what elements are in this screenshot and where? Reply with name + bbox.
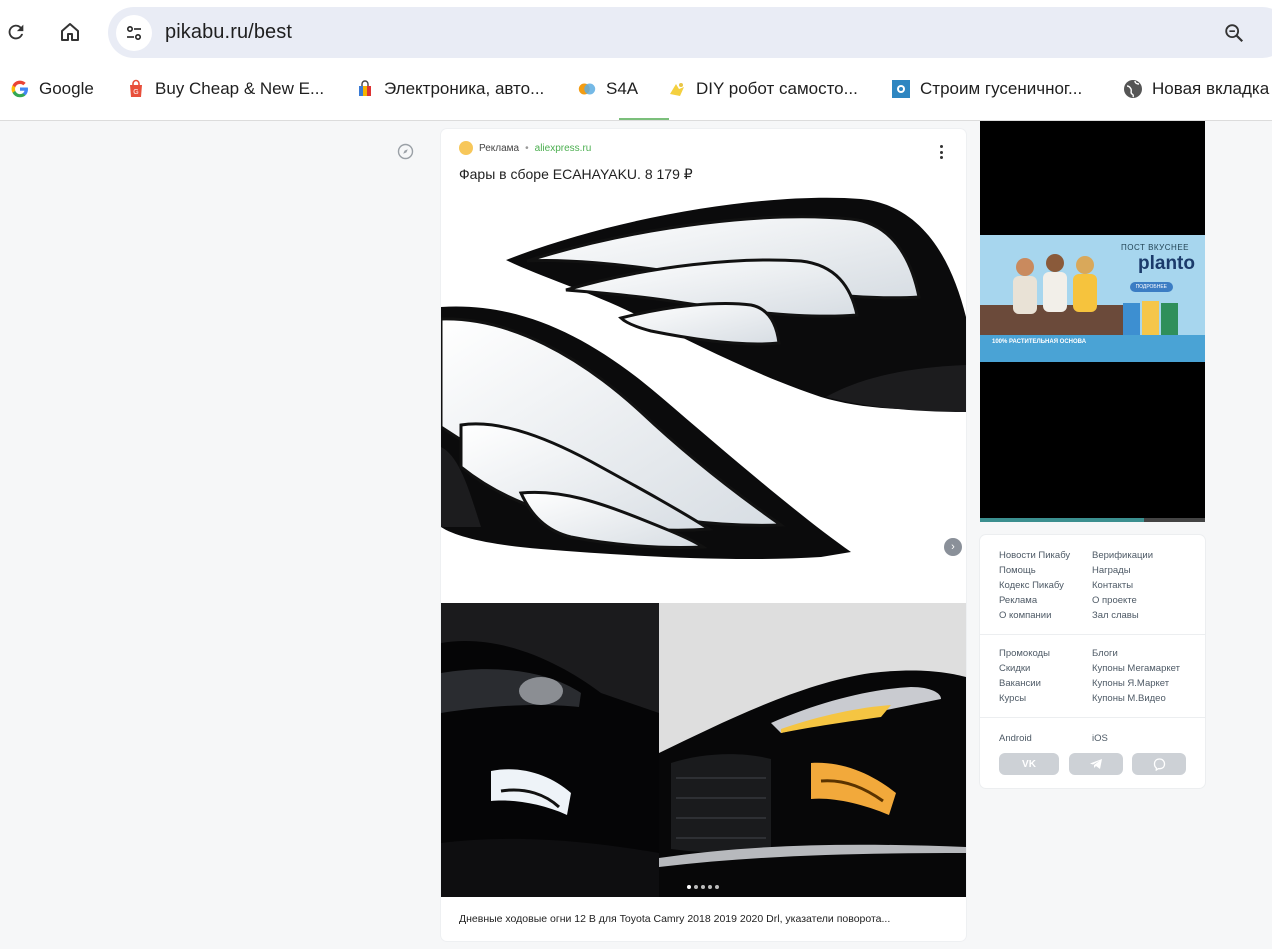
home-icon <box>61 23 79 41</box>
ad-post-card: Реклама • aliexpress.ru Фары в сборе ECA… <box>441 129 966 941</box>
link-contacts[interactable]: Контакты <box>1092 580 1133 591</box>
telegram-icon <box>1090 759 1102 769</box>
slide-dot[interactable] <box>687 885 691 889</box>
ad-meta: Реклама • aliexpress.ru <box>459 141 591 155</box>
link-coupons-megamarket[interactable]: Купоны Мегамаркет <box>1092 663 1180 674</box>
bookmark-new-tab[interactable]: Новая вкладка <box>1123 76 1269 102</box>
bookmark-s4a[interactable]: S4A <box>577 76 638 102</box>
link-awards[interactable]: Награды <box>1092 565 1131 576</box>
banner-strip-text: 100% РАСТИТЕЛЬНАЯ ОСНОВА <box>992 339 1087 345</box>
bookmark-label: Google <box>39 79 94 98</box>
banner-tagline: ПОСТ ВКУСНЕЕ <box>1121 243 1189 252</box>
robot-icon <box>667 79 687 99</box>
link-promocodes[interactable]: Промокоды <box>999 648 1050 659</box>
zoom-icon <box>1225 24 1244 43</box>
sidebar-video-ad[interactable]: ПОСТ ВКУСНЕЕ planto ПОДРОБНЕЕ 100% РАСТИ… <box>980 121 1205 522</box>
google-icon <box>10 79 30 99</box>
video-progress-bar[interactable] <box>980 518 1205 522</box>
next-slide-button[interactable]: › <box>944 538 962 556</box>
shopping-bag-icon: G <box>126 79 146 99</box>
bookmark-google[interactable]: Google <box>10 76 94 102</box>
product-image-installed[interactable] <box>441 603 966 897</box>
video-progress-fill <box>980 518 1145 522</box>
more-options-icon[interactable] <box>940 145 944 159</box>
telegram-button[interactable] <box>1069 753 1123 775</box>
bookmark-buy-cheap[interactable]: G Buy Cheap & New E... <box>126 76 324 102</box>
link-coupons-mvideo[interactable]: Купоны М.Видео <box>1092 693 1166 704</box>
link-ios[interactable]: iOS <box>1092 733 1108 744</box>
link-pikabu-news[interactable]: Новости Пикабу <box>999 550 1070 561</box>
ad-domain-link[interactable]: aliexpress.ru <box>535 143 592 154</box>
bookmark-label: Строим гусеничног... <box>920 79 1083 98</box>
reload-icon <box>8 24 24 40</box>
home-button[interactable] <box>50 12 90 52</box>
slide-dot[interactable] <box>701 885 705 889</box>
vk-button[interactable]: VK <box>999 753 1059 775</box>
link-courses[interactable]: Курсы <box>999 693 1026 704</box>
s4a-icon <box>577 79 597 99</box>
reload-button[interactable] <box>0 12 36 52</box>
link-codex[interactable]: Кодекс Пикабу <box>999 580 1064 591</box>
post-caption[interactable]: Дневные ходовые огни 12 В для Toyota Cam… <box>459 913 890 925</box>
slide-indicator <box>687 885 719 889</box>
divider <box>980 717 1205 718</box>
link-discounts[interactable]: Скидки <box>999 663 1030 674</box>
post-title[interactable]: Фары в сборе ECAHAYAKU. 8 179 ₽ <box>459 166 693 183</box>
link-advertising[interactable]: Реклама <box>999 595 1037 606</box>
url-text[interactable]: pikabu.ru/best <box>165 21 292 44</box>
tune-icon <box>126 25 142 41</box>
link-hall-of-fame[interactable]: Зал славы <box>1092 610 1139 621</box>
bookmarks-bar: Google G Buy Cheap & New E... Электроник… <box>0 68 1272 108</box>
link-vacancies[interactable]: Вакансии <box>999 678 1041 689</box>
bookmark-label: Buy Cheap & New E... <box>155 79 325 98</box>
slide-dot[interactable] <box>715 885 719 889</box>
product-image-drl-assemblies[interactable] <box>441 197 966 603</box>
planto-banner[interactable]: ПОСТ ВКУСНЕЕ planto ПОДРОБНЕЕ 100% РАСТИ… <box>980 235 1205 362</box>
bookmark-label: Новая вкладка <box>1152 79 1270 98</box>
compass-icon[interactable] <box>397 143 414 160</box>
shopping-bag-icon <box>355 79 375 99</box>
bookmark-label: S4A <box>606 79 639 98</box>
bookmark-tracked-robot[interactable]: Строим гусеничног... <box>891 76 1082 102</box>
slide-dot[interactable] <box>694 885 698 889</box>
zoom-button[interactable] <box>1220 19 1248 47</box>
separator-dot: • <box>525 142 529 154</box>
ad-label: Реклама <box>479 142 520 154</box>
link-about-project[interactable]: О проекте <box>1092 595 1137 606</box>
globe-icon <box>1123 79 1143 99</box>
bookmark-diy-robot[interactable]: DIY робот самосто... <box>667 76 858 102</box>
gear-icon <box>891 79 911 99</box>
slide-dot[interactable] <box>708 885 712 889</box>
viber-button[interactable] <box>1132 753 1186 775</box>
bookmark-label: DIY робот самосто... <box>696 79 858 98</box>
banner-cta-button[interactable]: ПОДРОБНЕЕ <box>1129 282 1173 292</box>
viber-icon <box>1153 757 1165 771</box>
chevron-right-icon: › <box>951 541 955 553</box>
site-info-button[interactable] <box>116 15 152 51</box>
divider <box>980 634 1205 635</box>
svg-text:G: G <box>133 89 138 96</box>
link-android[interactable]: Android <box>999 733 1032 744</box>
vk-icon: VK <box>1022 758 1036 770</box>
bookmark-label: Электроника, авто... <box>384 79 545 98</box>
bookmark-active-indicator <box>619 118 669 120</box>
footer-links-card: Новости Пикабу Помощь Кодекс Пикабу Рекл… <box>980 535 1205 788</box>
link-verifications[interactable]: Верификации <box>1092 550 1153 561</box>
aliexpress-icon <box>459 141 473 155</box>
browser-toolbar: pikabu.ru/best Google G Buy Cheap & New … <box>0 0 1272 121</box>
link-help[interactable]: Помощь <box>999 565 1036 576</box>
link-about-company[interactable]: О компании <box>999 610 1051 621</box>
link-blogs[interactable]: Блоги <box>1092 648 1118 659</box>
link-coupons-ymarket[interactable]: Купоны Я.Маркет <box>1092 678 1169 689</box>
banner-brand: planto <box>1138 253 1195 274</box>
bookmark-electronics[interactable]: Электроника, авто... <box>355 76 544 102</box>
address-bar[interactable]: pikabu.ru/best <box>108 7 1272 58</box>
